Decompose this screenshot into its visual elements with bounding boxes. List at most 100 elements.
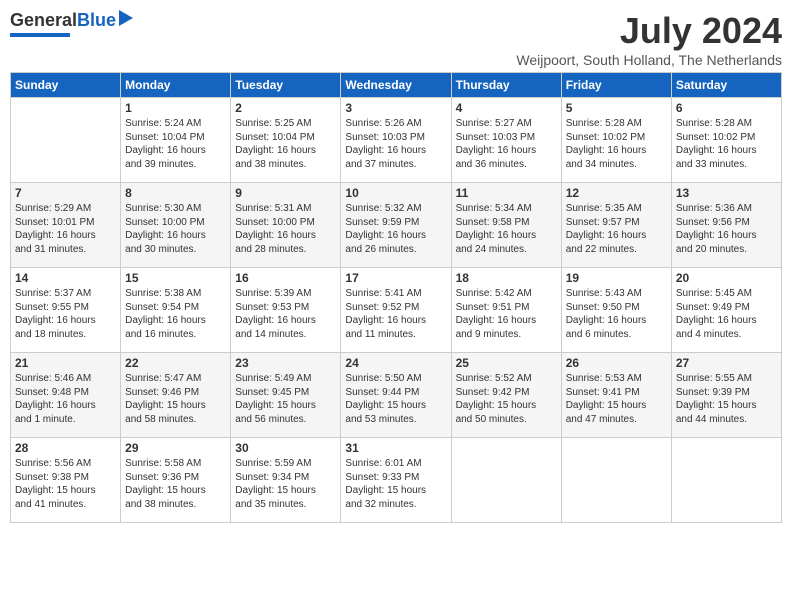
col-header-saturday: Saturday [671,73,781,98]
calendar-cell: 1 Sunrise: 5:24 AM Sunset: 10:04 PM Dayli… [121,98,231,183]
day-number: 28 [15,441,116,455]
calendar-cell: 27 Sunrise: 5:55 AM Sunset: 9:39 PM Dayli… [671,353,781,438]
day-info: Sunrise: 5:38 AM Sunset: 9:54 PM Dayligh… [125,287,226,341]
day-number: 16 [235,271,336,285]
day-number: 21 [15,356,116,370]
day-number: 17 [345,271,446,285]
day-number: 23 [235,356,336,370]
calendar-cell: 16 Sunrise: 5:39 AM Sunset: 9:53 PM Dayli… [231,268,341,353]
day-info: Sunrise: 5:45 AM Sunset: 9:49 PM Dayligh… [676,287,777,341]
calendar-cell: 22 Sunrise: 5:47 AM Sunset: 9:46 PM Dayli… [121,353,231,438]
day-number: 19 [566,271,667,285]
calendar-cell: 19 Sunrise: 5:43 AM Sunset: 9:50 PM Dayli… [561,268,671,353]
week-row-2: 7Sunrise: 5:29 AM Sunset: 10:01 PM Dayli… [11,183,782,268]
calendar-cell: 25Sunrise: 5:52 AM Sunset: 9:42 PM Dayli… [451,353,561,438]
day-number: 5 [566,101,667,115]
day-number: 24 [345,356,446,370]
day-info: Sunrise: 5:27 AM Sunset: 10:03 PM Daylig… [456,117,557,171]
day-info: Sunrise: 5:55 AM Sunset: 9:39 PM Dayligh… [676,372,777,426]
month-title: July 2024 [516,10,782,52]
page-header: General Blue July 2024 Weijpoort, South … [10,10,782,68]
calendar-cell: 11 Sunrise: 5:34 AM Sunset: 9:58 PM Dayli… [451,183,561,268]
calendar-cell [671,438,781,523]
logo-general-text: General [10,10,77,31]
col-header-wednesday: Wednesday [341,73,451,98]
calendar-cell: 5Sunrise: 5:28 AM Sunset: 10:02 PM Dayli… [561,98,671,183]
day-number: 9 [235,186,336,200]
week-row-5: 28 Sunrise: 5:56 AM Sunset: 9:38 PM Dayli… [11,438,782,523]
logo: General Blue [10,10,133,37]
day-info: Sunrise: 5:56 AM Sunset: 9:38 PM Dayligh… [15,457,116,511]
day-number: 18 [456,271,557,285]
day-info: Sunrise: 5:34 AM Sunset: 9:58 PM Dayligh… [456,202,557,256]
calendar-cell: 29Sunrise: 5:58 AM Sunset: 9:36 PM Dayli… [121,438,231,523]
day-number: 14 [15,271,116,285]
calendar-cell [11,98,121,183]
calendar-cell: 17Sunrise: 5:41 AM Sunset: 9:52 PM Dayli… [341,268,451,353]
calendar-cell: 6 Sunrise: 5:28 AM Sunset: 10:02 PM Dayli… [671,98,781,183]
day-number: 20 [676,271,777,285]
calendar-cell: 30 Sunrise: 5:59 AM Sunset: 9:34 PM Dayli… [231,438,341,523]
day-number: 22 [125,356,226,370]
calendar-cell [561,438,671,523]
col-header-tuesday: Tuesday [231,73,341,98]
calendar-table: SundayMondayTuesdayWednesdayThursdayFrid… [10,72,782,523]
day-number: 26 [566,356,667,370]
day-info: Sunrise: 5:42 AM Sunset: 9:51 PM Dayligh… [456,287,557,341]
calendar-cell: 4 Sunrise: 5:27 AM Sunset: 10:03 PM Dayli… [451,98,561,183]
day-info: Sunrise: 5:59 AM Sunset: 9:34 PM Dayligh… [235,457,336,511]
day-info: Sunrise: 5:37 AM Sunset: 9:55 PM Dayligh… [15,287,116,341]
calendar-cell: 23 Sunrise: 5:49 AM Sunset: 9:45 PM Dayli… [231,353,341,438]
calendar-cell: 18 Sunrise: 5:42 AM Sunset: 9:51 PM Dayli… [451,268,561,353]
day-info: Sunrise: 5:39 AM Sunset: 9:53 PM Dayligh… [235,287,336,341]
day-info: Sunrise: 5:31 AM Sunset: 10:00 PM Daylig… [235,202,336,256]
location-subtitle: Weijpoort, South Holland, The Netherland… [516,52,782,68]
day-number: 30 [235,441,336,455]
day-number: 27 [676,356,777,370]
calendar-cell: 14 Sunrise: 5:37 AM Sunset: 9:55 PM Dayli… [11,268,121,353]
day-info: Sunrise: 5:28 AM Sunset: 10:02 PM Daylig… [676,117,777,171]
calendar-cell: 20 Sunrise: 5:45 AM Sunset: 9:49 PM Dayli… [671,268,781,353]
col-header-sunday: Sunday [11,73,121,98]
day-number: 4 [456,101,557,115]
day-number: 10 [345,186,446,200]
calendar-cell: 8Sunrise: 5:30 AM Sunset: 10:00 PM Dayli… [121,183,231,268]
calendar-cell: 10 Sunrise: 5:32 AM Sunset: 9:59 PM Dayli… [341,183,451,268]
day-info: Sunrise: 5:46 AM Sunset: 9:48 PM Dayligh… [15,372,116,426]
calendar-cell: 12Sunrise: 5:35 AM Sunset: 9:57 PM Dayli… [561,183,671,268]
day-info: Sunrise: 5:50 AM Sunset: 9:44 PM Dayligh… [345,372,446,426]
day-number: 2 [235,101,336,115]
day-info: Sunrise: 5:32 AM Sunset: 9:59 PM Dayligh… [345,202,446,256]
calendar-cell: 9 Sunrise: 5:31 AM Sunset: 10:00 PM Dayli… [231,183,341,268]
calendar-cell: 3Sunrise: 5:26 AM Sunset: 10:03 PM Dayli… [341,98,451,183]
day-number: 31 [345,441,446,455]
day-info: Sunrise: 5:30 AM Sunset: 10:00 PM Daylig… [125,202,226,256]
calendar-cell [451,438,561,523]
logo-blue-text: Blue [77,10,116,31]
day-number: 11 [456,186,557,200]
day-number: 12 [566,186,667,200]
day-number: 6 [676,101,777,115]
calendar-cell: 24 Sunrise: 5:50 AM Sunset: 9:44 PM Dayli… [341,353,451,438]
day-info: Sunrise: 5:52 AM Sunset: 9:42 PM Dayligh… [456,372,557,426]
day-number: 15 [125,271,226,285]
week-row-4: 21 Sunrise: 5:46 AM Sunset: 9:48 PM Dayli… [11,353,782,438]
day-info: Sunrise: 5:47 AM Sunset: 9:46 PM Dayligh… [125,372,226,426]
col-header-thursday: Thursday [451,73,561,98]
day-info: Sunrise: 6:01 AM Sunset: 9:33 PM Dayligh… [345,457,446,511]
day-number: 1 [125,101,226,115]
title-block: July 2024 Weijpoort, South Holland, The … [516,10,782,68]
day-number: 29 [125,441,226,455]
logo-underline [10,33,70,37]
calendar-cell: 13Sunrise: 5:36 AM Sunset: 9:56 PM Dayli… [671,183,781,268]
day-number: 3 [345,101,446,115]
calendar-cell: 26Sunrise: 5:53 AM Sunset: 9:41 PM Dayli… [561,353,671,438]
week-row-1: 1 Sunrise: 5:24 AM Sunset: 10:04 PM Dayli… [11,98,782,183]
day-info: Sunrise: 5:36 AM Sunset: 9:56 PM Dayligh… [676,202,777,256]
calendar-cell: 7Sunrise: 5:29 AM Sunset: 10:01 PM Dayli… [11,183,121,268]
day-info: Sunrise: 5:49 AM Sunset: 9:45 PM Dayligh… [235,372,336,426]
week-row-3: 14 Sunrise: 5:37 AM Sunset: 9:55 PM Dayli… [11,268,782,353]
calendar-header-row: SundayMondayTuesdayWednesdayThursdayFrid… [11,73,782,98]
day-info: Sunrise: 5:43 AM Sunset: 9:50 PM Dayligh… [566,287,667,341]
day-info: Sunrise: 5:24 AM Sunset: 10:04 PM Daylig… [125,117,226,171]
